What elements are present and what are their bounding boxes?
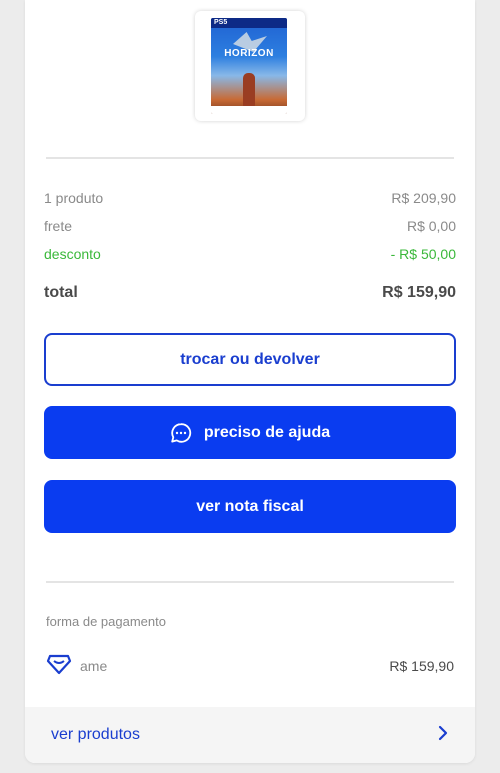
view-invoice-button[interactable]: ver nota fiscal [44, 480, 456, 533]
chevron-right-icon [437, 725, 449, 746]
shipping-label: frete [44, 218, 73, 234]
view-products-label: ver produtos [51, 726, 140, 743]
summary-total-row: total R$ 159,90 [44, 284, 456, 302]
payment-amount: R$ 159,90 [389, 658, 454, 674]
total-value: R$ 159,90 [382, 284, 456, 301]
cover-rating-strip [211, 106, 287, 114]
discount-label: desconto [44, 246, 101, 262]
help-button[interactable]: preciso de ajuda [44, 406, 456, 459]
payment-method-name: ame [80, 658, 108, 674]
cover-title: HORIZON [224, 48, 274, 59]
help-label: preciso de ajuda [203, 423, 331, 441]
view-invoice-label: ver nota fiscal [196, 497, 304, 515]
game-cover-image: PS5 HORIZON [211, 18, 287, 114]
cover-platform-label: PS5 [211, 18, 287, 28]
summary-discount-row: desconto - R$ 50,00 [44, 246, 456, 262]
summary-shipping-row: frete R$ 0,00 [44, 218, 456, 234]
chat-bubble-icon [170, 422, 192, 444]
cover-art-hero [243, 73, 255, 107]
summary-products-row: 1 produto R$ 209,90 [44, 190, 456, 206]
payment-section-label: forma de pagamento [46, 614, 166, 629]
ame-heart-icon [46, 653, 72, 680]
products-value: R$ 209,90 [391, 190, 456, 206]
exchange-return-button[interactable]: trocar ou devolver [44, 333, 456, 386]
payment-method-row: ame R$ 159,90 [46, 654, 454, 678]
exchange-return-label: trocar ou devolver [180, 350, 320, 368]
divider [46, 157, 454, 159]
order-detail-card: PS5 HORIZON 1 produto R$ 209,90 frete R$… [25, 0, 475, 763]
total-label: total [44, 284, 78, 301]
divider [46, 581, 454, 583]
discount-value: - R$ 50,00 [390, 246, 456, 262]
shipping-value: R$ 0,00 [406, 218, 456, 234]
products-label: 1 produto [44, 190, 104, 206]
product-thumbnail[interactable]: PS5 HORIZON [195, 11, 305, 121]
view-products-link[interactable]: ver produtos [25, 707, 475, 763]
